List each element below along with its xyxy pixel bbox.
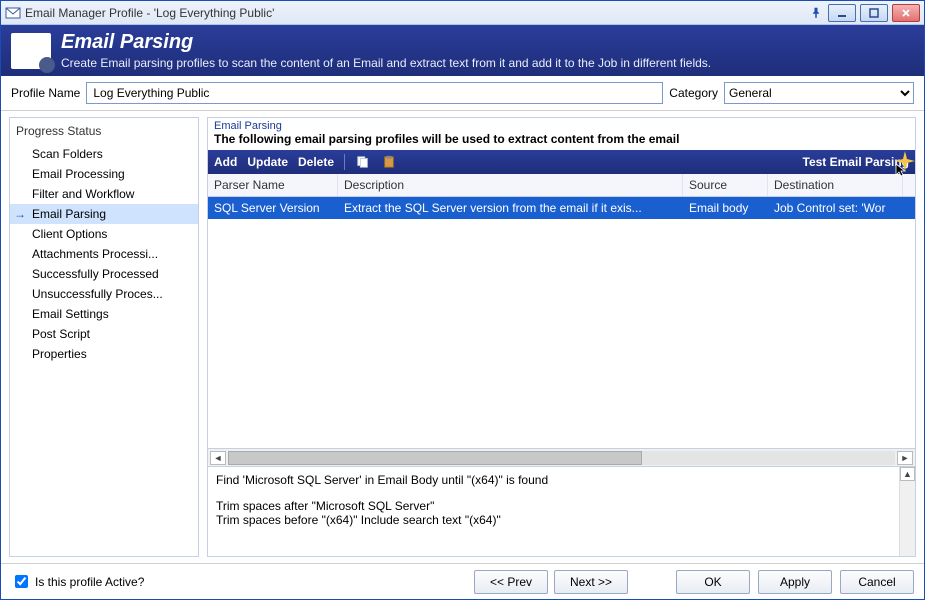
app-icon — [5, 5, 21, 21]
banner: Email Parsing Create Email parsing profi… — [1, 25, 924, 76]
sidebar-item-email-settings[interactable]: Email Settings — [10, 304, 198, 324]
scroll-track[interactable] — [228, 451, 895, 465]
category-select[interactable]: General — [724, 82, 914, 104]
sidebar-item-label: Attachments Processi... — [32, 247, 158, 261]
sidebar-item-post-script[interactable]: Post Script — [10, 324, 198, 344]
sidebar-item-label: Email Processing — [32, 167, 125, 181]
scroll-up-button[interactable]: ▲ — [900, 467, 915, 481]
sidebar-item-label: Client Options — [32, 227, 107, 241]
window-root: Email Manager Profile - 'Log Everything … — [0, 0, 925, 600]
parser-grid: Parser Name Description Source Destinati… — [208, 174, 915, 466]
minimize-button[interactable] — [828, 4, 856, 22]
banner-icon — [11, 33, 51, 69]
sidebar-item-properties[interactable]: Properties — [10, 344, 198, 364]
update-button[interactable]: Update — [247, 155, 288, 169]
sidebar-item-label: Post Script — [32, 327, 90, 341]
sidebar-item-client-options[interactable]: Client Options — [10, 224, 198, 244]
detail-panel: Find 'Microsoft SQL Server' in Email Bod… — [208, 466, 915, 556]
scroll-thumb[interactable] — [228, 451, 642, 465]
cursor-icon — [895, 163, 909, 177]
scroll-right-button[interactable]: ► — [897, 451, 913, 465]
horizontal-scrollbar[interactable]: ◄ ► — [208, 448, 915, 466]
main-panel: Email Parsing The following email parsin… — [207, 117, 916, 557]
active-label: Is this profile Active? — [35, 575, 144, 589]
detail-line1: Find 'Microsoft SQL Server' in Email Bod… — [216, 473, 907, 487]
detail-line2: Trim spaces after "Microsoft SQL Server" — [216, 499, 907, 513]
sidebar-item-email-processing[interactable]: Email Processing — [10, 164, 198, 184]
detail-line3: Trim spaces before "(x64)" Include searc… — [216, 513, 907, 527]
window-title: Email Manager Profile - 'Log Everything … — [25, 6, 808, 20]
scroll-left-button[interactable]: ◄ — [210, 451, 226, 465]
progress-sidebar: Progress Status Scan Folders Email Proces… — [9, 117, 199, 557]
cancel-button[interactable]: Cancel — [840, 570, 914, 594]
copy-icon[interactable] — [355, 155, 371, 169]
sidebar-item-attachments-processi-[interactable]: Attachments Processi... — [10, 244, 198, 264]
sidebar-item-label: Email Parsing — [32, 207, 106, 221]
section-legend: Email Parsing — [208, 118, 915, 132]
sidebar-item-label: Filter and Workflow — [32, 187, 134, 201]
col-source[interactable]: Source — [683, 174, 768, 196]
arrow-icon: → — [14, 207, 26, 221]
banner-heading: Email Parsing — [61, 31, 711, 54]
prev-button[interactable]: << Prev — [474, 570, 548, 594]
sidebar-item-email-parsing[interactable]: → Email Parsing — [10, 204, 198, 224]
grid-body[interactable]: SQL Server VersionExtract the SQL Server… — [208, 197, 915, 448]
pin-icon[interactable] — [808, 5, 824, 21]
grid-header: Parser Name Description Source Destinati… — [208, 174, 915, 197]
banner-description: Create Email parsing profiles to scan th… — [61, 56, 711, 70]
ok-button[interactable]: OK — [676, 570, 750, 594]
next-button[interactable]: Next >> — [554, 570, 628, 594]
cell-desc: Extract the SQL Server version from the … — [338, 197, 683, 219]
sidebar-item-successfully-processed[interactable]: Successfully Processed — [10, 264, 198, 284]
col-description[interactable]: Description — [338, 174, 683, 196]
section-subdesc: The following email parsing profiles wil… — [208, 132, 915, 150]
apply-button[interactable]: Apply — [758, 570, 832, 594]
toolbar-separator — [344, 154, 345, 170]
toolbar: Add Update Delete Test Email Parsing — [208, 150, 915, 174]
active-checkbox[interactable] — [15, 575, 28, 588]
col-parser-name[interactable]: Parser Name — [208, 174, 338, 196]
sidebar-item-scan-folders[interactable]: Scan Folders — [10, 144, 198, 164]
footer: Is this profile Active? << Prev Next >> … — [1, 563, 924, 599]
sidebar-item-filter-and-workflow[interactable]: Filter and Workflow — [10, 184, 198, 204]
col-destination[interactable]: Destination — [768, 174, 903, 196]
profile-name-label: Profile Name — [11, 86, 80, 100]
active-checkbox-wrapper[interactable]: Is this profile Active? — [11, 572, 144, 591]
delete-button[interactable]: Delete — [298, 155, 334, 169]
profile-name-input[interactable] — [86, 82, 663, 104]
close-button[interactable] — [892, 4, 920, 22]
sidebar-heading: Progress Status — [10, 122, 198, 144]
sidebar-item-unsuccessfully-proces-[interactable]: Unsuccessfully Proces... — [10, 284, 198, 304]
sidebar-item-label: Scan Folders — [32, 147, 103, 161]
category-label: Category — [669, 86, 718, 100]
cell-dest: Job Control set: 'Wor — [768, 197, 903, 219]
paste-icon[interactable] — [381, 155, 397, 169]
sidebar-item-label: Email Settings — [32, 307, 109, 321]
sidebar-item-label: Properties — [32, 347, 87, 361]
profile-row: Profile Name Category General — [1, 76, 924, 111]
test-label: Test Email Parsing — [803, 155, 909, 169]
test-email-parsing-button[interactable]: Test Email Parsing — [803, 155, 909, 169]
add-button[interactable]: Add — [214, 155, 237, 169]
cell-src: Email body — [683, 197, 768, 219]
table-row[interactable]: SQL Server VersionExtract the SQL Server… — [208, 197, 915, 219]
sidebar-item-label: Unsuccessfully Proces... — [32, 287, 163, 301]
detail-vertical-scrollbar[interactable]: ▲ — [899, 467, 915, 556]
maximize-button[interactable] — [860, 4, 888, 22]
sidebar-item-label: Successfully Processed — [32, 267, 159, 281]
cell-name: SQL Server Version — [208, 197, 338, 219]
titlebar[interactable]: Email Manager Profile - 'Log Everything … — [1, 1, 924, 25]
